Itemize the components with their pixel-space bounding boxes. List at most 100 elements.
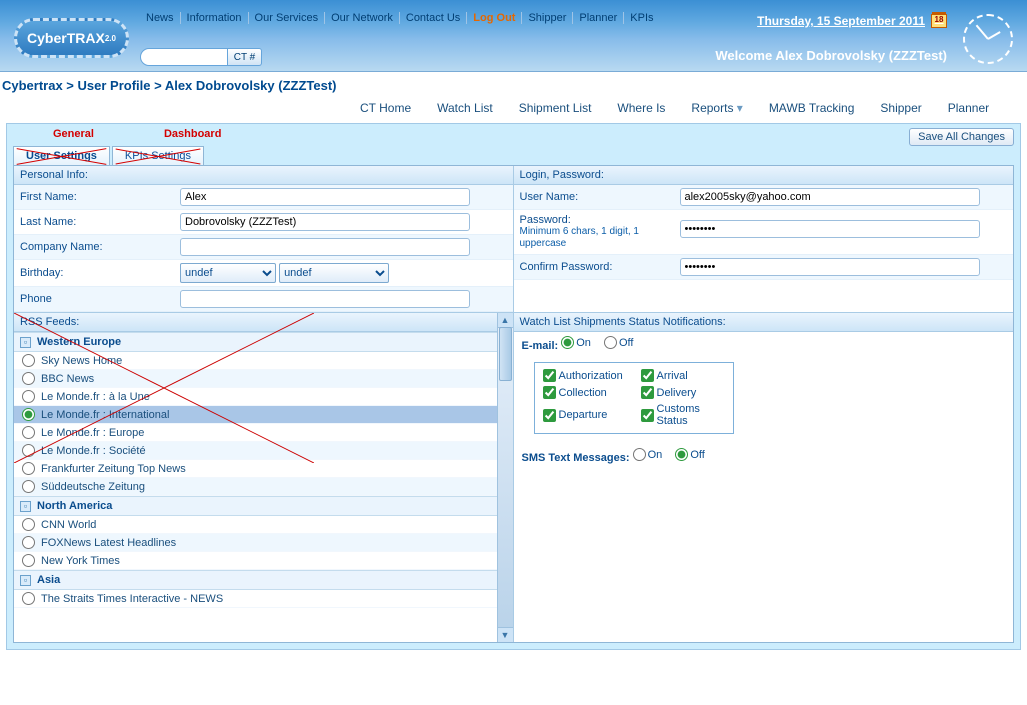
rss-item[interactable]: BBC News <box>14 370 497 388</box>
rss-item-radio[interactable] <box>22 518 35 531</box>
rss-item-label: New York Times <box>41 555 120 567</box>
rss-item-radio[interactable] <box>22 426 35 439</box>
rss-item[interactable]: FOXNews Latest Headlines <box>14 534 497 552</box>
header-date[interactable]: Thursday, 15 September 2011 18 <box>757 14 947 28</box>
rss-item-radio[interactable] <box>22 354 35 367</box>
breadcrumb: Cybertrax > User Profile > Alex Dobrovol… <box>2 78 337 93</box>
rss-item[interactable]: New York Times <box>14 552 497 570</box>
topnav-shipper[interactable]: Shipper <box>522 12 573 24</box>
rename-label-dashboard: Dashboard <box>164 128 221 144</box>
sms-on-radio[interactable]: On <box>633 448 663 461</box>
rss-item[interactable]: Le Monde.fr : International <box>14 406 497 424</box>
confirm-password-label: Confirm Password: <box>514 257 674 277</box>
notif-check-authorization[interactable]: Authorization <box>543 369 627 382</box>
notifications-section: Watch List Shipments Status Notification… <box>514 313 1014 642</box>
brand-version: 2.0 <box>105 34 116 43</box>
username-input[interactable] <box>680 188 980 206</box>
rss-item-radio[interactable] <box>22 462 35 475</box>
rss-item[interactable]: The Straits Times Interactive - NEWS <box>14 590 497 608</box>
tab-user-settings[interactable]: User Settings <box>13 146 110 165</box>
nav2-watch-list[interactable]: Watch List <box>437 101 493 115</box>
welcome-text: Welcome Alex Dobrovolsky (ZZZTest) <box>715 48 947 63</box>
rss-item-label: Sky News Home <box>41 355 122 367</box>
section-header: Personal Info: <box>14 166 513 185</box>
birthday-day-select[interactable]: undef <box>279 263 389 283</box>
topnav-our-services[interactable]: Our Services <box>249 12 326 24</box>
rss-group-header[interactable]: ▫Western Europe <box>14 332 497 352</box>
rss-item-label: Le Monde.fr : International <box>41 409 169 421</box>
rss-item-radio[interactable] <box>22 444 35 457</box>
first-name-input[interactable] <box>180 188 470 206</box>
rss-item-radio[interactable] <box>22 554 35 567</box>
ct-search-button[interactable]: CT # <box>228 48 262 66</box>
collapse-icon: ▫ <box>20 337 31 348</box>
rss-item[interactable]: Sky News Home <box>14 352 497 370</box>
section-header: RSS Feeds: <box>14 313 513 332</box>
section-header: Watch List Shipments Status Notification… <box>514 313 1014 332</box>
username-label: User Name: <box>514 187 674 207</box>
tab-kpis-settings[interactable]: KPIs Settings <box>112 146 204 165</box>
rss-item-radio[interactable] <box>22 372 35 385</box>
strike-annotation <box>113 147 203 165</box>
rss-section: RSS Feeds: ▫Western Europe Sky News Home B… <box>14 313 514 642</box>
email-off-radio[interactable]: Off <box>604 336 633 349</box>
nav2-mawb-tracking[interactable]: MAWB Tracking <box>769 101 855 115</box>
rss-item[interactable]: Süddeutsche Zeitung <box>14 478 497 496</box>
topnav-contact-us[interactable]: Contact Us <box>400 12 467 24</box>
last-name-input[interactable] <box>180 213 470 231</box>
topnav-log-out[interactable]: Log Out <box>467 12 522 24</box>
notif-check-customs-status[interactable]: Customs Status <box>641 403 725 427</box>
company-name-input[interactable] <box>180 238 470 256</box>
rss-item[interactable]: Le Monde.fr : à la Une <box>14 388 497 406</box>
scrollbar-thumb[interactable] <box>499 327 512 381</box>
notif-check-collection[interactable]: Collection <box>543 386 627 399</box>
rss-item[interactable]: CNN World <box>14 516 497 534</box>
topnav-planner[interactable]: Planner <box>573 12 624 24</box>
notif-check-departure[interactable]: Departure <box>543 403 627 427</box>
first-name-label: First Name: <box>14 187 174 207</box>
topnav-information[interactable]: Information <box>181 12 249 24</box>
topnav-news[interactable]: News <box>140 12 181 24</box>
sms-off-radio[interactable]: Off <box>675 448 704 461</box>
rss-item-radio[interactable] <box>22 536 35 549</box>
nav2-ct-home[interactable]: CT Home <box>360 101 411 115</box>
nav2-where-is[interactable]: Where Is <box>617 101 665 115</box>
rss-item[interactable]: Le Monde.fr : Europe <box>14 424 497 442</box>
company-name-label: Company Name: <box>14 237 174 257</box>
rss-item-radio[interactable] <box>22 408 35 421</box>
confirm-password-input[interactable] <box>680 258 980 276</box>
phone-input[interactable] <box>180 290 470 308</box>
rss-item-radio[interactable] <box>22 480 35 493</box>
rss-group-header[interactable]: ▫North America <box>14 496 497 516</box>
brand-logo: CyberTRAX2.0 <box>14 18 129 58</box>
settings-panel: Personal Info: First Name: Last Name: Co… <box>13 165 1014 643</box>
password-input[interactable] <box>680 220 980 238</box>
strike-annotation <box>14 147 109 165</box>
rss-item-radio[interactable] <box>22 390 35 403</box>
rss-scrollbar[interactable] <box>497 313 513 642</box>
rss-item[interactable]: Le Monde.fr : Société <box>14 442 497 460</box>
rss-item[interactable]: Frankfurter Zeitung Top News <box>14 460 497 478</box>
rss-item-radio[interactable] <box>22 592 35 605</box>
app-header: CyberTRAX2.0 NewsInformationOur Services… <box>0 0 1027 72</box>
nav2-reports[interactable]: Reports <box>691 101 742 115</box>
tab-strip: User Settings KPIs Settings <box>13 146 1014 165</box>
rss-item-label: Süddeutsche Zeitung <box>41 481 145 493</box>
rss-item-label: BBC News <box>41 373 94 385</box>
birthday-month-select[interactable]: undef <box>180 263 276 283</box>
notif-check-arrival[interactable]: Arrival <box>641 369 725 382</box>
sms-notif-row: SMS Text Messages: On Off <box>514 444 1014 468</box>
personal-info-section: Personal Info: First Name: Last Name: Co… <box>14 166 514 312</box>
rss-group-header[interactable]: ▫Asia <box>14 570 497 590</box>
ct-search-input[interactable] <box>140 48 228 66</box>
topnav-our-network[interactable]: Our Network <box>325 12 400 24</box>
nav2-planner[interactable]: Planner <box>948 101 989 115</box>
rss-list: ▫Western Europe Sky News Home BBC News Le M… <box>14 332 497 642</box>
email-on-radio[interactable]: On <box>561 336 591 349</box>
topnav-kpis[interactable]: KPIs <box>624 12 659 24</box>
save-all-button[interactable]: Save All Changes <box>909 128 1014 146</box>
nav2-shipment-list[interactable]: Shipment List <box>519 101 592 115</box>
login-section: Login, Password: User Name: Password: Mi… <box>514 166 1014 312</box>
notif-check-delivery[interactable]: Delivery <box>641 386 725 399</box>
nav2-shipper[interactable]: Shipper <box>880 101 921 115</box>
